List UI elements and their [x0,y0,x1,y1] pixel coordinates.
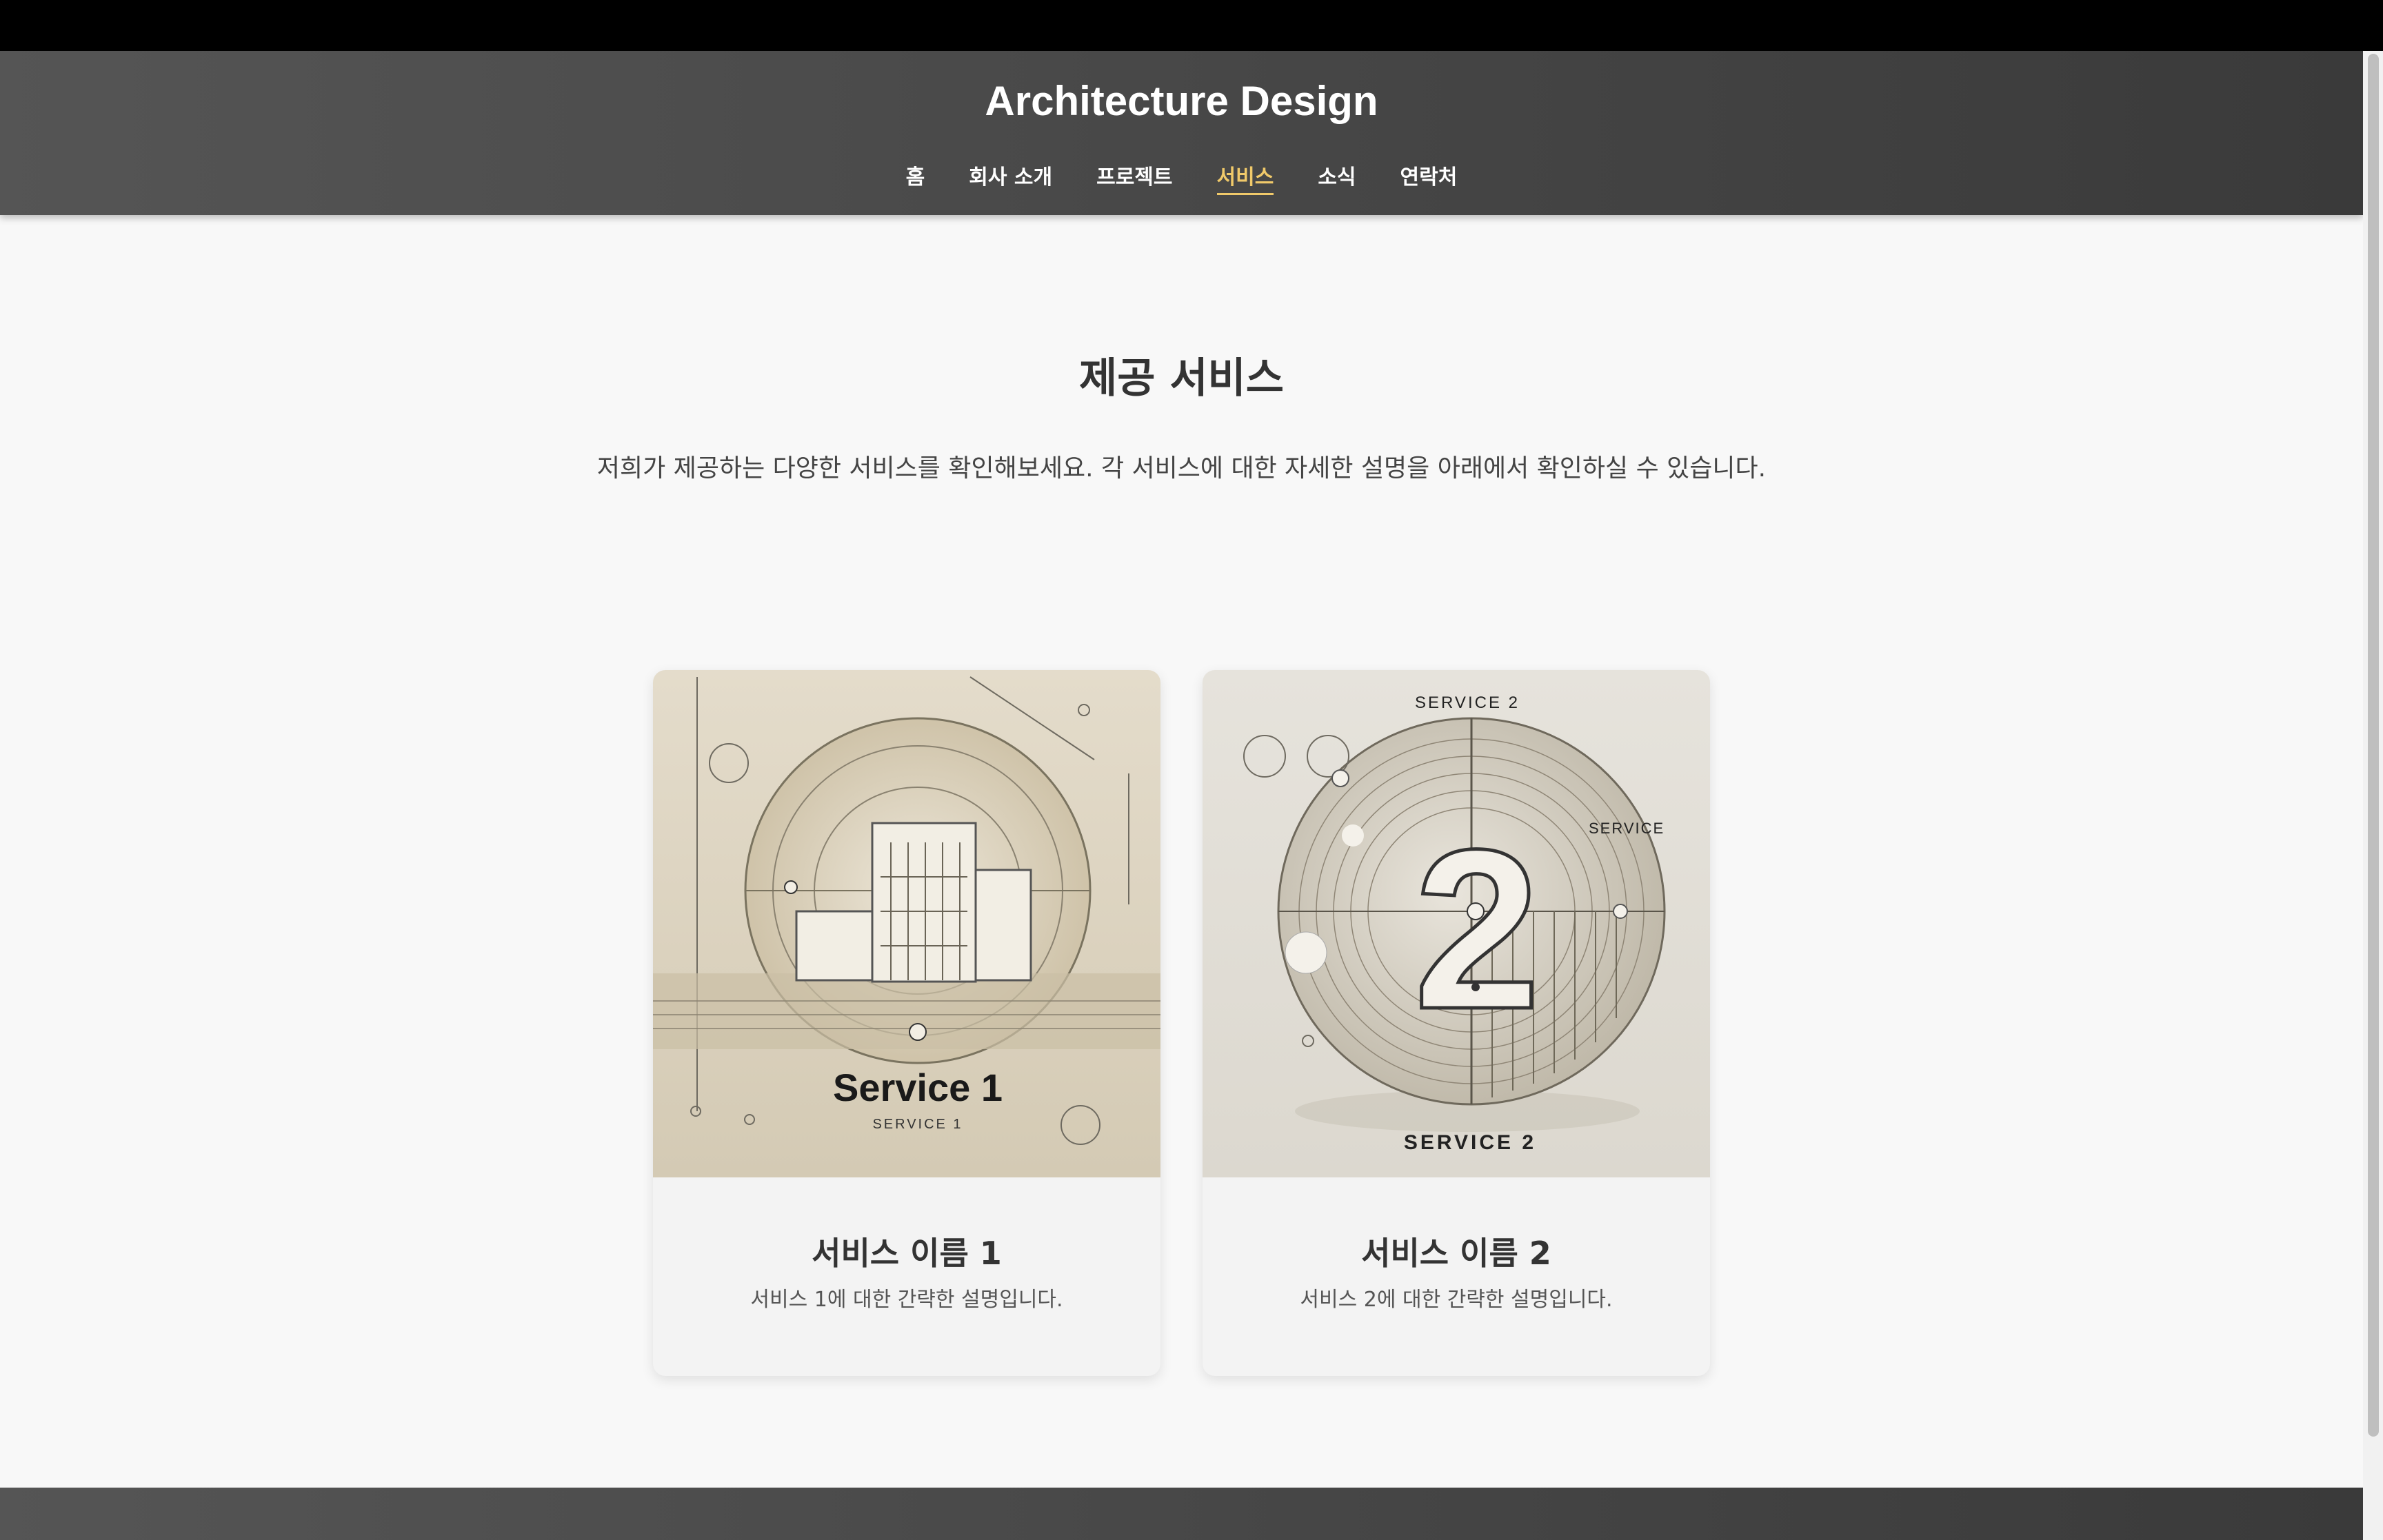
browser-top-bar [0,0,2383,51]
nav-projects[interactable]: 프로젝트 [1096,160,1172,195]
service-card-2[interactable]: 2 SERVICE 2 SERVICE SERVICE 2 서비스 이름 2 서… [1203,670,1710,1376]
service-2-image: 2 SERVICE 2 SERVICE SERVICE 2 [1203,670,1710,1177]
scrollbar-thumb[interactable] [2368,54,2379,1437]
nav-home[interactable]: 홈 [906,160,925,195]
service-1-image: Service 1 SERVICE 1 [653,670,1160,1177]
nav-contact[interactable]: 연락처 [1400,160,1458,195]
service-2-image-side-label: SERVICE [1589,820,1665,837]
service-1-image-caption: Service 1 [833,1066,1003,1109]
service-2-image-top-label: SERVICE 2 [1415,693,1520,712]
section-heading: 제공 서비스 [1079,354,1284,403]
service-2-numeral: 2 [1414,802,1540,1056]
service-2-description: 서비스 2에 대한 간략한 설명입니다. [1300,1288,1613,1312]
service-1-image-subcaption: SERVICE 1 [872,1117,963,1132]
service-1-description: 서비스 1에 대한 간략한 설명입니다. [750,1288,1063,1312]
site-header: Architecture Design 홈 회사 소개 프로젝트 서비스 소식 … [0,51,2363,215]
service-card-1[interactable]: Service 1 SERVICE 1 서비스 이름 1 서비스 1에 대한 간… [653,670,1160,1376]
service-1-title: 서비스 이름 1 [812,1235,1002,1272]
site-title[interactable]: Architecture Design [0,77,2363,125]
service-2-title: 서비스 이름 2 [1361,1235,1551,1272]
service-2-image-caption: SERVICE 2 [1404,1131,1536,1154]
site-footer [0,1488,2363,1540]
nav-about[interactable]: 회사 소개 [969,160,1052,195]
nav-services[interactable]: 서비스 [1216,160,1274,195]
main-nav: 홈 회사 소개 프로젝트 서비스 소식 연락처 [0,160,2363,195]
section-description: 저희가 제공하는 다양한 서비스를 확인해보세요. 각 서비스에 대한 자세한 … [596,454,1767,483]
nav-news[interactable]: 소식 [1318,160,1356,195]
